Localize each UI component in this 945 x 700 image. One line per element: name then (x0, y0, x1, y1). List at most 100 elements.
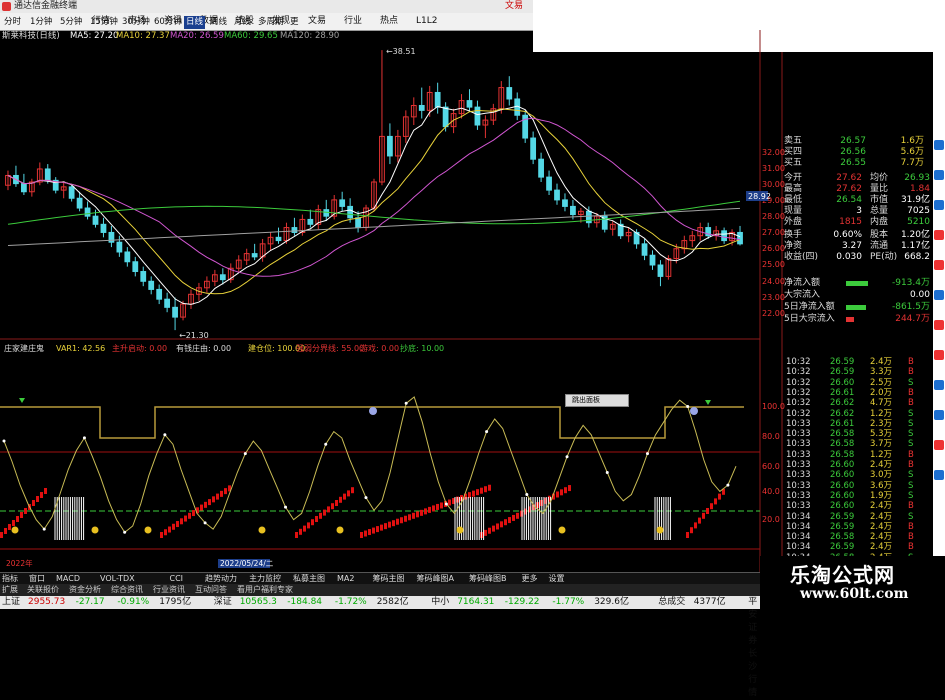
candle-body (21, 183, 27, 193)
indicator-tab-9[interactable]: 筹码主图 (373, 573, 405, 584)
main-rise-block (12, 520, 15, 526)
main-rise-block (512, 514, 515, 521)
indicator-tab-2[interactable]: MACD (56, 573, 80, 584)
stat-label-2: 量比 (870, 184, 889, 194)
var1-dot (565, 455, 569, 459)
candle-body (570, 205, 576, 216)
main-rise-block (472, 490, 475, 497)
quote-price: 26.55 (840, 158, 866, 168)
side-tool-icon[interactable] (934, 200, 944, 210)
main-rise-block (0, 532, 3, 538)
side-tool-icon[interactable] (934, 470, 944, 480)
info-tab-6[interactable]: 看用户福利专家 (237, 584, 293, 596)
info-tab-5[interactable]: 互动问答 (195, 584, 227, 596)
main-rise-block (224, 488, 227, 495)
candle-body (657, 264, 664, 277)
candle-body (164, 298, 171, 308)
price-axis-label-7: 25.00 (762, 260, 785, 269)
flow-bar (846, 281, 868, 286)
var1-dot (42, 527, 46, 531)
indicator-tab-0[interactable]: 指标 (2, 573, 18, 584)
indicator-legend: 庄家建庄鬼 VAR1: 42.56 主升启动: 0.00 有钱庄由: 0.00 建仓位:… (0, 343, 760, 355)
main-rise-block (188, 512, 191, 519)
buy-signal-icon (656, 526, 664, 534)
watermark-title: 乐淘公式网 (790, 563, 895, 587)
indicator-tab-8[interactable]: MA2 (337, 573, 354, 584)
side-tool-icon[interactable] (934, 350, 944, 360)
status-item-3: -0.91% (117, 597, 150, 607)
status-item-15: 总成交 (658, 597, 686, 607)
side-tool-icon[interactable] (934, 290, 944, 300)
price-axis-label-6: 26.00 (762, 244, 785, 253)
info-tab-4[interactable]: 行业资讯 (153, 584, 185, 596)
quote-volume: 1.6万 (900, 136, 924, 146)
flow-label: 5日净流入额 (784, 302, 835, 312)
main-rise-block (200, 504, 203, 511)
main-rise-block (698, 517, 701, 524)
indicator-tab-10[interactable]: 筹码峰图A (417, 573, 454, 584)
main-rise-block (40, 492, 43, 498)
quote-label: 卖五 (784, 136, 803, 146)
main-rise-block (351, 487, 354, 494)
main-rise-block (706, 508, 709, 514)
candle-body (100, 223, 107, 233)
stat-row: 最低 26.54 市值 31.9亿 (784, 195, 930, 206)
price-axis-label-1: 31.00 (762, 164, 785, 173)
stat-value: 27.62 (836, 173, 862, 183)
side-tool-icon[interactable] (934, 440, 944, 450)
info-tab-2[interactable]: 资金分析 (69, 584, 101, 596)
main-rise-block (368, 529, 371, 536)
price-axis-label-8: 24.00 (762, 277, 785, 286)
indicator-tab-7[interactable]: 私募主图 (293, 573, 325, 584)
main-rise-block (315, 516, 318, 522)
stat-value-2: 7025 (907, 206, 930, 216)
main-rise-block (303, 525, 306, 532)
indicator-tab-11[interactable]: 筹码峰图B (469, 573, 507, 584)
side-tool-icon[interactable] (934, 170, 944, 180)
side-tool-icon[interactable] (934, 320, 944, 330)
main-rise-block (376, 526, 379, 533)
main-rise-block (323, 509, 326, 516)
status-item-11: 7164.31 (457, 597, 495, 607)
main-rise-block (392, 520, 395, 527)
side-tool-icon[interactable] (934, 260, 944, 270)
candle-body (172, 306, 178, 318)
indicator-tab-12[interactable]: 更多 (522, 573, 538, 584)
main-rise-block (564, 487, 567, 494)
stat-label: 净资 (784, 241, 803, 251)
ind-axis-label-0: 100.0 (762, 402, 785, 411)
flow-label: 净流入额 (784, 278, 821, 288)
main-rise-block (500, 521, 503, 528)
indicator-tab-13[interactable]: 设置 (549, 573, 565, 584)
main-rise-block (508, 517, 511, 524)
main-rise-block (380, 524, 383, 531)
flow-row: 5日大宗流入 244.7万 (784, 314, 930, 325)
side-tool-icon[interactable] (934, 380, 944, 390)
info-tab-0[interactable]: 扩展 (2, 584, 18, 596)
side-tool-icon[interactable] (934, 140, 944, 150)
indicator-tab-3[interactable]: VOL-TDX (100, 573, 135, 584)
main-rise-block (496, 523, 499, 530)
buy-signal-icon (258, 526, 266, 534)
var1-dot (82, 436, 86, 440)
side-tool-icon[interactable] (934, 410, 944, 420)
info-tab-3[interactable]: 综合资讯 (111, 584, 143, 596)
indicator-tab-5[interactable]: 趋势动力 (205, 573, 237, 584)
main-rise-block (480, 487, 483, 494)
side-tool-icon[interactable] (934, 230, 944, 240)
jump-panel-popup[interactable]: 跳出面板 (565, 394, 629, 407)
candle-body (275, 236, 282, 242)
indicator-tab-6[interactable]: 主力监控 (249, 573, 281, 584)
info-tab-1[interactable]: 关联报价 (27, 584, 59, 596)
indicator-tab-4[interactable]: CCI (170, 573, 184, 584)
stat-value: 3.27 (841, 241, 862, 251)
indicator-legend-1: VAR1: 42.56 (56, 344, 106, 353)
main-rise-block (180, 518, 183, 525)
indicator-legend-6: 游戏: 0.00 (360, 344, 400, 353)
stat-value-2: 1.17亿 (900, 241, 930, 251)
indicator-tab-1[interactable]: 窗口 (29, 573, 45, 584)
main-rise-block (36, 496, 39, 502)
price-axis-label-10: 22.00 (762, 309, 785, 318)
stat-label-2: 流通 (870, 241, 889, 251)
main-rise-block (416, 511, 419, 518)
